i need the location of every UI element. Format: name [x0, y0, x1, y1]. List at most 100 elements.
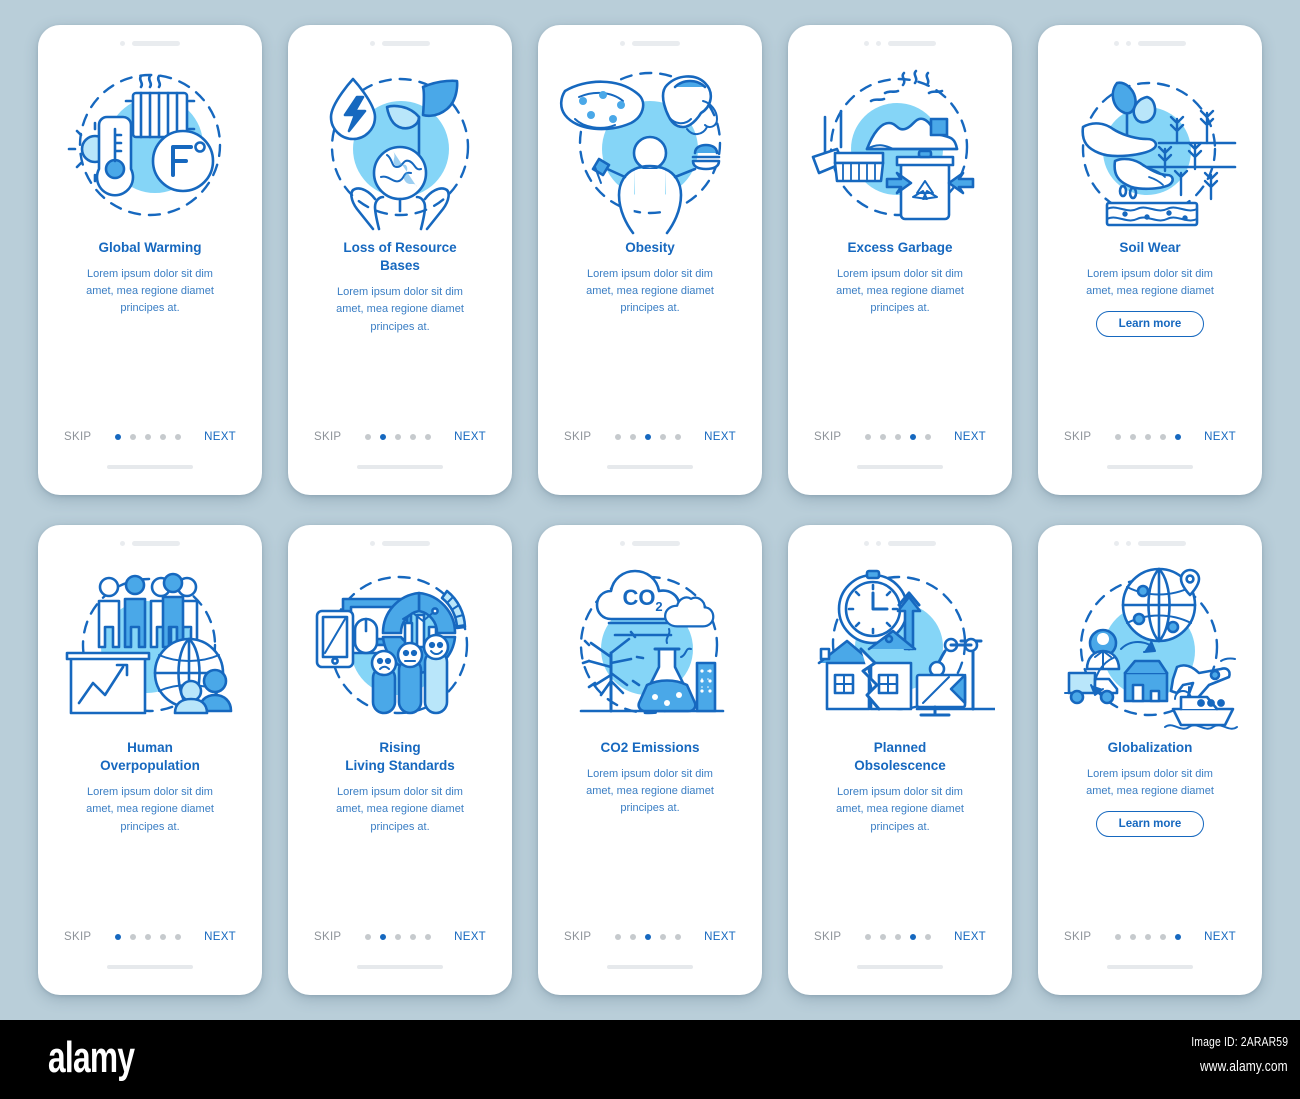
co2-cloud-tree-flask-factory-icon: CO 2 [555, 557, 745, 737]
home-indicator [357, 465, 443, 469]
camera-icon [1114, 40, 1119, 46]
pagination-dot[interactable] [1174, 934, 1181, 940]
pagination-dot[interactable] [394, 434, 401, 440]
pagination-dot[interactable] [144, 934, 151, 940]
phone-mockup: Globalization Lorem ipsum dolor sit dim … [1038, 525, 1262, 995]
phone-mockup: Obesity Lorem ipsum dolor sit dim amet, … [538, 25, 762, 495]
next-button[interactable]: NEXT [204, 931, 236, 943]
pagination-dot[interactable] [1129, 934, 1136, 940]
camera-icon [876, 540, 881, 546]
next-button[interactable]: NEXT [454, 931, 486, 943]
pagination-dots [614, 934, 681, 940]
pagination-dot[interactable] [159, 934, 166, 940]
pagination-dot[interactable] [364, 934, 371, 940]
speaker-grill-icon [1138, 40, 1186, 46]
next-button[interactable]: NEXT [704, 931, 736, 943]
pagination-dot[interactable] [114, 434, 121, 440]
pagination-dot[interactable] [614, 434, 621, 440]
next-button[interactable]: NEXT [954, 431, 986, 443]
next-button[interactable]: NEXT [1204, 431, 1236, 443]
camera-icon [1126, 40, 1131, 46]
pagination-dot[interactable] [614, 934, 621, 940]
pagination-dot[interactable] [659, 434, 666, 440]
pagination-dot[interactable] [1144, 434, 1151, 440]
phone-mockup: CO 2 CO2 Emissions Lorem ipsum dolor sit… [538, 525, 762, 995]
camera-icon [120, 40, 125, 46]
pagination-dot[interactable] [1174, 434, 1181, 440]
skip-button[interactable]: SKIP [1064, 931, 1091, 943]
pagination-dot[interactable] [1159, 434, 1166, 440]
pagination-dot[interactable] [629, 434, 636, 440]
camera-icon [876, 40, 881, 46]
pagination-dot[interactable] [909, 434, 916, 440]
pagination-dot[interactable] [129, 434, 136, 440]
next-button[interactable]: NEXT [704, 431, 736, 443]
pagination-dot[interactable] [674, 434, 681, 440]
pagination-dot[interactable] [409, 934, 416, 940]
next-button[interactable]: NEXT [1204, 931, 1236, 943]
pagination-dot[interactable] [114, 934, 121, 940]
skip-button[interactable]: SKIP [64, 431, 91, 443]
home-indicator [607, 465, 693, 469]
pagination-dot[interactable] [379, 934, 386, 940]
devices-dashboard-smiley-people-icon [305, 557, 495, 737]
pagination-dot[interactable] [909, 934, 916, 940]
pagination-dot[interactable] [159, 434, 166, 440]
pagination-dot[interactable] [924, 934, 931, 940]
skip-button[interactable]: SKIP [814, 431, 841, 443]
pagination-dot[interactable] [1114, 934, 1121, 940]
home-indicator [1107, 465, 1193, 469]
skip-button[interactable]: SKIP [564, 431, 591, 443]
phone-notch [288, 525, 512, 551]
pagination-dot[interactable] [924, 434, 931, 440]
pagination-dot[interactable] [129, 934, 136, 940]
next-button[interactable]: NEXT [204, 431, 236, 443]
pagination-dot[interactable] [364, 434, 371, 440]
onboarding-screen-planned-obsolescence: Planned Obsolescence Lorem ipsum dolor s… [775, 525, 1025, 1025]
pagination-dot[interactable] [1129, 434, 1136, 440]
pagination-dot[interactable] [1159, 934, 1166, 940]
pagination-dot[interactable] [424, 934, 431, 940]
home-indicator [1107, 965, 1193, 969]
pagination-dot[interactable] [879, 934, 886, 940]
pagination-dot[interactable] [644, 434, 651, 440]
phone-notch [288, 25, 512, 51]
pagination-dot[interactable] [644, 934, 651, 940]
next-button[interactable]: NEXT [454, 431, 486, 443]
pagination-dot[interactable] [409, 434, 416, 440]
pagination-dot[interactable] [894, 434, 901, 440]
next-button[interactable]: NEXT [954, 931, 986, 943]
pagination-dot[interactable] [174, 934, 181, 940]
onboarding-screen-co2-emissions: CO 2 CO2 Emissions Lorem ipsum dolor sit… [525, 525, 775, 1025]
pagination-dot[interactable] [1144, 934, 1151, 940]
pagination-dot[interactable] [864, 934, 871, 940]
phone-notch [38, 25, 262, 51]
pagination-dot[interactable] [879, 434, 886, 440]
screen-title: Soil Wear [1119, 240, 1181, 255]
onboarding-nav: SKIP NEXT [788, 431, 1012, 443]
pagination-dot[interactable] [1114, 434, 1121, 440]
pagination-dot[interactable] [674, 934, 681, 940]
pagination-dot[interactable] [424, 434, 431, 440]
skip-button[interactable]: SKIP [1064, 431, 1091, 443]
pagination-dot[interactable] [659, 934, 666, 940]
skip-button[interactable]: SKIP [564, 931, 591, 943]
pagination-dot[interactable] [144, 434, 151, 440]
pagination-dot[interactable] [379, 434, 386, 440]
pagination-dot[interactable] [629, 934, 636, 940]
skip-button[interactable]: SKIP [814, 931, 841, 943]
pagination-dot[interactable] [894, 934, 901, 940]
onboarding-nav: SKIP NEXT [788, 931, 1012, 943]
pagination-dots [364, 934, 431, 940]
camera-icon [864, 540, 869, 546]
skip-button[interactable]: SKIP [314, 931, 341, 943]
skip-button[interactable]: SKIP [64, 931, 91, 943]
learn-more-button[interactable]: Learn more [1095, 811, 1205, 838]
skip-button[interactable]: SKIP [314, 431, 341, 443]
pagination-dot[interactable] [174, 434, 181, 440]
learn-more-button[interactable]: Learn more [1095, 311, 1205, 338]
pagination-dot[interactable] [864, 434, 871, 440]
pagination-dot[interactable] [394, 934, 401, 940]
onboarding-nav: SKIP NEXT [38, 431, 262, 443]
screenshot-canvas: Global Warming Lorem ipsum dolor sit dim… [0, 0, 1300, 1099]
